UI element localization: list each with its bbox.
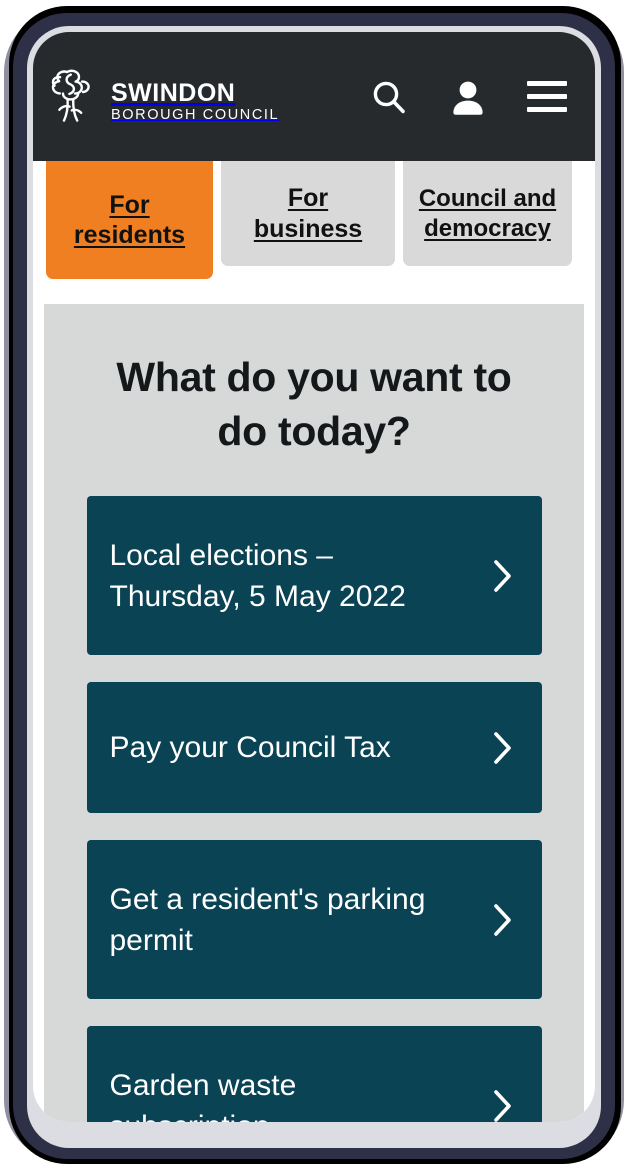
chevron-right-icon	[490, 901, 516, 939]
tab-for-residents[interactable]: For residents	[46, 161, 213, 279]
card-label: Get a resident's parking permit	[110, 879, 455, 961]
page-title: What do you want to do today?	[88, 350, 540, 458]
chevron-right-icon	[490, 1087, 516, 1122]
menu-button[interactable]	[527, 81, 567, 112]
header-actions	[369, 77, 573, 117]
search-icon	[369, 77, 409, 117]
logo-wordmark: Swindon Borough Council	[111, 71, 279, 123]
main-content-panel: What do you want to do today? Local elec…	[44, 304, 584, 1122]
tab-council-and-democracy[interactable]: Council and democracy	[403, 161, 572, 266]
tree-icon	[43, 66, 99, 128]
tab-for-business[interactable]: For business	[221, 161, 395, 266]
card-pay-council-tax[interactable]: Pay your Council Tax	[87, 682, 542, 813]
phone-mockup-frame: Swindon Borough Council	[0, 6, 628, 1164]
logo-name: Swindon	[111, 71, 279, 107]
card-parking-permit[interactable]: Get a resident's parking permit	[87, 840, 542, 999]
card-local-elections[interactable]: Local elections – Thursday, 5 May 2022	[87, 496, 542, 655]
card-garden-waste[interactable]: Garden waste subscription	[87, 1026, 542, 1122]
logo-subtitle: Borough Council	[111, 108, 279, 123]
site-header: Swindon Borough Council	[33, 32, 595, 161]
card-label: Garden waste subscription	[110, 1065, 455, 1122]
site-logo-link[interactable]: Swindon Borough Council	[43, 66, 279, 128]
search-button[interactable]	[369, 77, 409, 117]
hamburger-menu-icon	[527, 81, 567, 112]
card-label: Pay your Council Tax	[110, 727, 391, 768]
user-icon	[449, 77, 487, 117]
chevron-right-icon	[490, 729, 516, 767]
account-button[interactable]	[449, 77, 487, 117]
chevron-right-icon	[490, 557, 516, 595]
phone-screen: Swindon Borough Council	[33, 32, 595, 1122]
quick-links-list: Local elections – Thursday, 5 May 2022 P…	[87, 496, 542, 1122]
primary-tab-nav: For residents For business Council and d…	[33, 161, 595, 287]
card-label: Local elections – Thursday, 5 May 2022	[110, 535, 455, 617]
